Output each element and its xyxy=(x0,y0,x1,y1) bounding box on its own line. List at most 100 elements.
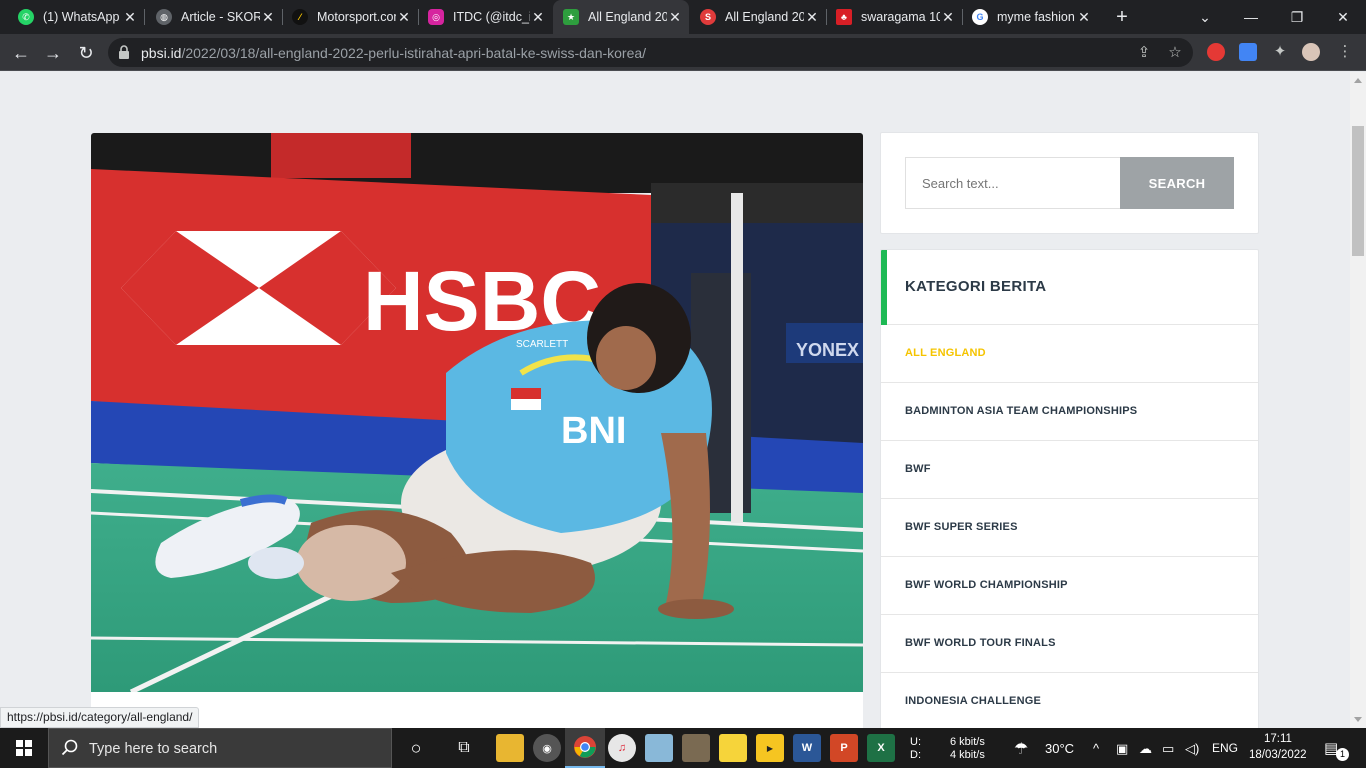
tab-all-england-pbsi[interactable]: ★ All England 2022 ✕ xyxy=(553,0,689,34)
powerpoint-icon[interactable]: P xyxy=(830,734,858,762)
tab-title: Article - SKOR xyxy=(181,10,260,24)
close-tab-icon[interactable]: ✕ xyxy=(940,9,956,26)
browser-tab-strip: ✆ (1) WhatsApp ✕ ◍ Article - SKOR ✕ ⁄ Mo… xyxy=(0,0,1366,34)
close-tab-icon[interactable]: ✕ xyxy=(530,9,546,26)
category-bwf-world-tour-finals[interactable]: BWF WORLD TOUR FINALS xyxy=(881,615,1258,673)
menu-kebab-icon[interactable]: ⋮ xyxy=(1336,43,1354,61)
tab-google-myme[interactable]: G myme fashion ✕ xyxy=(962,0,1098,34)
word-icon[interactable]: W xyxy=(793,734,821,762)
instagram-icon: ◎ xyxy=(428,9,444,25)
new-tab-button[interactable]: + xyxy=(1110,5,1134,29)
url-host: pbsi.id xyxy=(141,45,182,61)
file-explorer-icon[interactable] xyxy=(496,734,524,762)
scroll-up-arrow-icon[interactable] xyxy=(1354,78,1362,83)
close-tab-icon[interactable]: ✕ xyxy=(667,9,683,26)
category-all-england[interactable]: ALL ENGLAND xyxy=(881,325,1258,383)
category-badminton-asia-team-championships[interactable]: BADMINTON ASIA TEAM CHAMPIONSHIPS xyxy=(881,383,1258,441)
archive-app-icon[interactable] xyxy=(682,734,710,762)
tab-title: (1) WhatsApp xyxy=(43,10,120,24)
battery-icon[interactable]: ▭ xyxy=(1162,741,1174,757)
tab-swaragama[interactable]: ♣ swaragama 101 ✕ xyxy=(826,0,962,34)
category-bwf-world-championship[interactable]: BWF WORLD CHAMPIONSHIP xyxy=(881,557,1258,615)
category-label: ALL ENGLAND xyxy=(905,347,986,359)
net-up-label: U: xyxy=(910,736,921,748)
yonex-board-text: YONEX xyxy=(796,340,859,360)
chrome-icon xyxy=(574,736,596,758)
page-scrollbar[interactable] xyxy=(1350,72,1366,728)
badminton-player-photo: HSBC YONEX SCARLETT BNI xyxy=(91,133,863,692)
start-button[interactable] xyxy=(0,728,48,768)
tab-instagram-itdc[interactable]: ◎ ITDC (@itdc_id) ✕ xyxy=(418,0,552,34)
windows-taskbar: Type here to search ○ ⧉ ◉ ♫ ▶ W P X U: D… xyxy=(0,728,1366,768)
excel-icon[interactable]: X xyxy=(867,734,895,762)
categories-widget: KATEGORI BERITA ALL ENGLAND BADMINTON AS… xyxy=(880,249,1259,728)
tab-motorsport[interactable]: ⁄ Motorsport.com ✕ xyxy=(282,0,418,34)
clock-time[interactable]: 17:11 xyxy=(1264,733,1292,745)
category-label: BWF SUPER SERIES xyxy=(905,521,1018,533)
tab-all-england-skor[interactable]: S All England 2022 ✕ xyxy=(690,0,826,34)
extensions-puzzle-icon[interactable]: ✦ xyxy=(1271,43,1289,61)
search-icon xyxy=(61,739,78,756)
close-tab-icon[interactable]: ✕ xyxy=(396,9,412,26)
task-view-icon[interactable]: ⧉ xyxy=(450,734,478,762)
taskbar-search-box[interactable]: Type here to search xyxy=(48,728,392,768)
adblock-extension-icon[interactable] xyxy=(1207,43,1225,61)
back-button[interactable]: ← xyxy=(8,40,34,66)
tab-whatsapp[interactable]: ✆ (1) WhatsApp ✕ xyxy=(8,0,144,34)
link-status-bubble: https://pbsi.id/category/all-england/ xyxy=(0,707,200,728)
article-body-card xyxy=(91,692,863,728)
category-label: BWF xyxy=(905,463,931,475)
tab-title: All England 2022 xyxy=(725,10,804,24)
swaragama-icon: ♣ xyxy=(836,9,852,25)
tab-search-chevron-icon[interactable]: ⌄ xyxy=(1182,0,1228,34)
taskbar-search-placeholder: Type here to search xyxy=(89,741,218,757)
forward-button[interactable]: → xyxy=(40,40,66,66)
show-hidden-icons-chevron-icon[interactable]: ^ xyxy=(1093,741,1099,756)
close-tab-icon[interactable]: ✕ xyxy=(122,9,138,26)
jersey-logo-text: BNI xyxy=(561,410,626,452)
volume-icon[interactable]: ◁) xyxy=(1185,741,1199,757)
category-bwf[interactable]: BWF xyxy=(881,441,1258,499)
minimize-button[interactable]: — xyxy=(1228,0,1274,34)
media-player-icon[interactable]: ◉ xyxy=(533,734,561,762)
clock-date[interactable]: 18/03/2022 xyxy=(1249,749,1307,761)
close-tab-icon[interactable]: ✕ xyxy=(1076,9,1092,26)
onedrive-cloud-icon[interactable]: ☁ xyxy=(1139,741,1152,757)
close-tab-icon[interactable]: ✕ xyxy=(260,9,276,26)
restore-button[interactable]: ❐ xyxy=(1274,0,1320,34)
input-language[interactable]: ENG xyxy=(1212,741,1238,755)
close-window-button[interactable]: ✕ xyxy=(1320,0,1366,34)
pbsi-icon: ★ xyxy=(563,9,579,25)
net-down-label: D: xyxy=(910,749,921,761)
net-download-speed: 4 kbit/s xyxy=(950,749,985,761)
weather-temperature[interactable]: 30°C xyxy=(1045,741,1074,756)
share-icon[interactable]: ⇪ xyxy=(1135,44,1153,62)
tab-title: swaragama 101 xyxy=(861,10,940,24)
notepad-app-icon[interactable] xyxy=(645,734,673,762)
cortana-icon[interactable]: ○ xyxy=(402,734,430,762)
category-indonesia-challenge[interactable]: INDONESIA CHALLENGE xyxy=(881,673,1258,728)
web-page: HSBC YONEX SCARLETT BNI Search text... S… xyxy=(0,72,1350,728)
itunes-icon[interactable]: ♫ xyxy=(608,734,636,762)
address-bar[interactable]: pbsi.id/2022/03/18/all-england-2022-perl… xyxy=(108,38,1193,67)
search-input[interactable] xyxy=(905,157,1121,209)
translate-extension-icon[interactable] xyxy=(1239,43,1257,61)
weather-rain-icon[interactable]: ☂ xyxy=(1014,739,1028,759)
close-tab-icon[interactable]: ✕ xyxy=(804,9,820,26)
sticky-notes-icon[interactable] xyxy=(719,734,747,762)
scrollbar-thumb[interactable] xyxy=(1352,126,1364,256)
kmplayer-icon[interactable]: ▶ xyxy=(756,734,784,762)
scroll-down-arrow-icon[interactable] xyxy=(1354,717,1362,722)
tab-title: ITDC (@itdc_id) xyxy=(453,10,530,24)
meet-now-icon[interactable]: ▣ xyxy=(1116,741,1128,757)
search-button[interactable]: SEARCH xyxy=(1120,157,1234,209)
globe-icon: ◍ xyxy=(156,9,172,25)
reload-button[interactable]: ↻ xyxy=(73,40,99,66)
windows-logo-icon xyxy=(16,740,32,756)
motorsport-icon: ⁄ xyxy=(292,9,308,25)
chrome-taskbar-button[interactable] xyxy=(565,728,605,768)
tab-article-skor[interactable]: ◍ Article - SKOR ✕ xyxy=(146,0,282,34)
profile-avatar[interactable] xyxy=(1302,43,1320,61)
category-bwf-super-series[interactable]: BWF SUPER SERIES xyxy=(881,499,1258,557)
bookmark-star-icon[interactable]: ☆ xyxy=(1166,44,1184,62)
